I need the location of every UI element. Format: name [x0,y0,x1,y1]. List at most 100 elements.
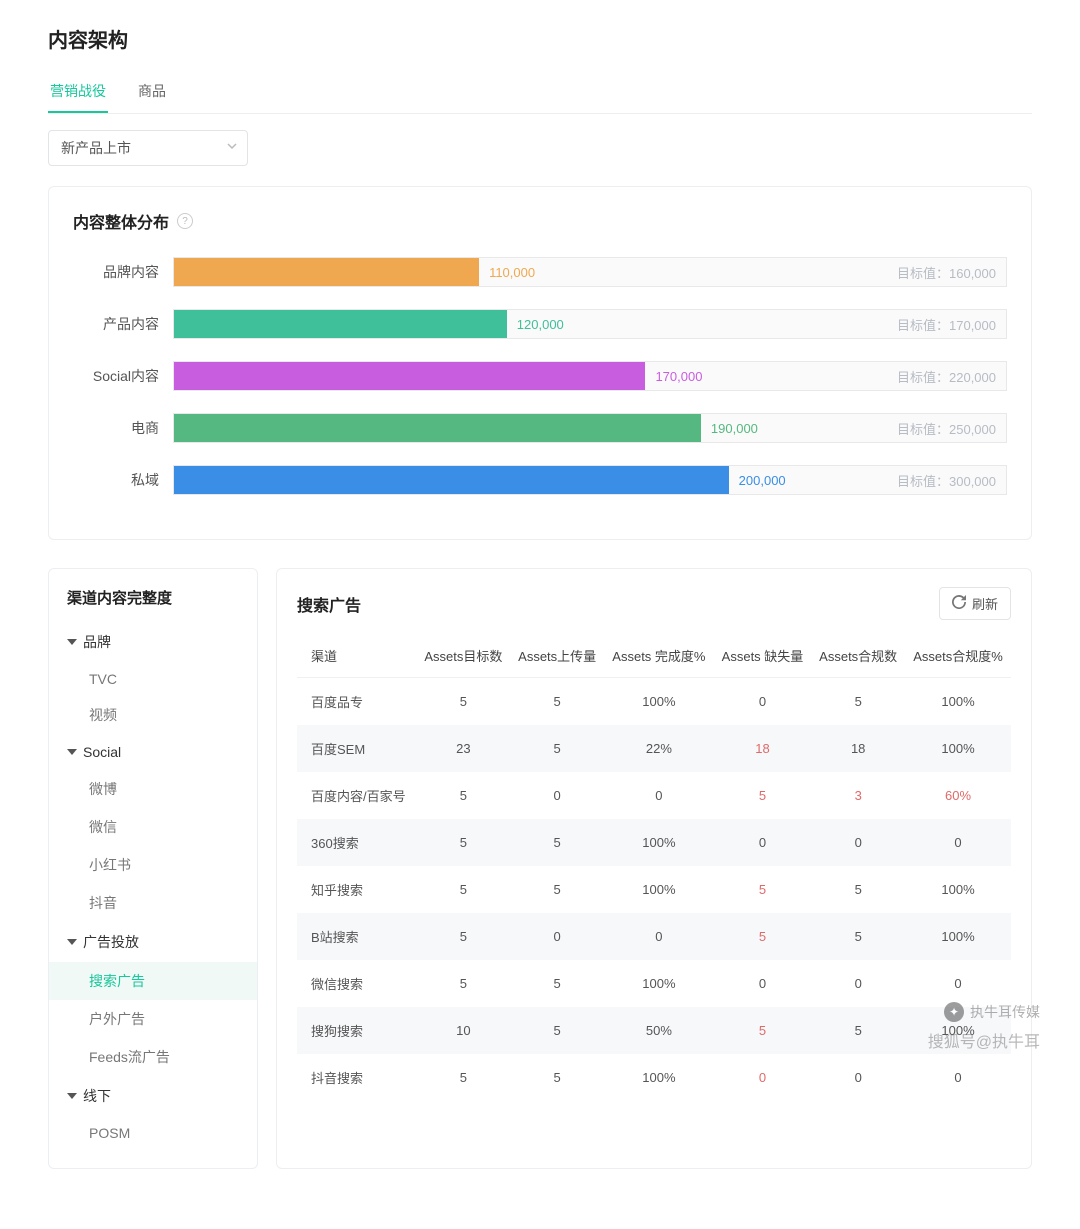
cell: 百度SEM [297,725,416,772]
table-row: 搜狗搜索10550%55100% [297,1007,1011,1054]
cell: 5 [811,678,905,726]
cell: 360搜索 [297,819,416,866]
cell: 5 [416,678,510,726]
cell: 搜狗搜索 [297,1007,416,1054]
tree-item-小红书[interactable]: 小红书 [49,846,257,884]
caret-down-icon [67,1093,77,1099]
campaign-select[interactable]: 新产品上市 [48,130,248,166]
tree-item-Feeds流广告[interactable]: Feeds流广告 [49,1038,257,1076]
tree-item-户外广告[interactable]: 户外广告 [49,1000,257,1038]
cell: 5 [811,913,905,960]
refresh-button[interactable]: 刷新 [939,587,1011,620]
bar-value: 120,000 [507,310,564,338]
top-tabs: 营销战役商品 [48,71,1032,114]
bar-label: 产品内容 [73,314,173,334]
cell: 5 [510,1054,604,1101]
cell: 5 [416,866,510,913]
cell: 60% [905,772,1011,819]
bar-track: 200,000 目标值：300,000 [173,465,1007,495]
cell: 100% [905,913,1011,960]
cell: 18 [714,725,812,772]
cell: 5 [510,819,604,866]
caret-down-icon [67,749,77,755]
caret-down-icon [67,939,77,945]
table-row: 百度品专55100%05100% [297,678,1011,726]
cell: 0 [714,960,812,1007]
bar-target: 目标值：220,000 [897,362,996,390]
tree-item-视频[interactable]: 视频 [49,696,257,734]
cell: 100% [604,960,714,1007]
col-header: Assets 完成度% [604,634,714,678]
bar-value: 170,000 [645,362,702,390]
cell: 5 [714,866,812,913]
bar-fill [174,258,479,286]
bar-fill [174,362,645,390]
cell: 5 [510,678,604,726]
bar-label: Social内容 [73,366,173,386]
bar-track: 190,000 目标值：250,000 [173,413,1007,443]
cell: 5 [510,960,604,1007]
cell: 5 [510,1007,604,1054]
bar-value: 190,000 [701,414,758,442]
bar-label: 私域 [73,470,173,490]
assets-table: 渠道Assets目标数Assets上传量Assets 完成度%Assets 缺失… [297,634,1011,1101]
tree-group-label: Social [83,744,121,760]
cell: 100% [604,866,714,913]
tree-item-TVC[interactable]: TVC [49,662,257,696]
table-row: 百度内容/百家号5005360% [297,772,1011,819]
bar-target: 目标值：300,000 [897,466,996,494]
bar-target: 目标值：250,000 [897,414,996,442]
content-distribution-card: 内容整体分布 ? 品牌内容110,000目标值：160,000产品内容120,0… [48,186,1032,540]
tab-1[interactable]: 商品 [136,71,168,113]
table-row: 微信搜索55100%000 [297,960,1011,1007]
cell: 23 [416,725,510,772]
cell: 18 [811,725,905,772]
bar-value: 200,000 [729,466,786,494]
col-header: Assets合规度% [905,634,1011,678]
cell: 10 [416,1007,510,1054]
table-row: 抖音搜索55100%000 [297,1054,1011,1101]
cell: B站搜索 [297,913,416,960]
tree-group-广告投放[interactable]: 广告投放 [49,922,257,962]
table-row: B站搜索50055100% [297,913,1011,960]
tree-group-线下[interactable]: 线下 [49,1076,257,1116]
cell: 5 [416,913,510,960]
page-title: 内容架构 [48,24,1032,53]
bar-label: 品牌内容 [73,262,173,282]
tree-item-POSM[interactable]: POSM [49,1116,257,1150]
cell: 0 [905,819,1011,866]
bar-track: 120,000目标值：170,000 [173,309,1007,339]
campaign-select-value: 新产品上市 [48,130,248,166]
cell: 微信搜索 [297,960,416,1007]
table-row: 360搜索55100%000 [297,819,1011,866]
cell: 50% [604,1007,714,1054]
tree-group-label: 线下 [83,1086,111,1106]
col-header: Assets目标数 [416,634,510,678]
bar-row-产品内容: 产品内容120,000目标值：170,000 [73,309,1007,339]
col-header: Assets上传量 [510,634,604,678]
tree-item-微信[interactable]: 微信 [49,808,257,846]
tab-0[interactable]: 营销战役 [48,71,108,113]
cell: 5 [510,725,604,772]
col-header: 渠道 [297,634,416,678]
cell: 0 [510,913,604,960]
bar-label: 电商 [73,418,173,438]
cell: 5 [416,772,510,819]
col-header: Assets合规数 [811,634,905,678]
tree-item-抖音[interactable]: 抖音 [49,884,257,922]
caret-down-icon [67,639,77,645]
bar-track: 170,000 目标值：220,000 [173,361,1007,391]
cell: 22% [604,725,714,772]
bar-chart: 品牌内容110,000目标值：160,000 产品内容120,000目标值：170… [73,257,1007,495]
tree-item-搜索广告[interactable]: 搜索广告 [49,962,257,1000]
tree-group-品牌[interactable]: 品牌 [49,622,257,662]
cell: 0 [811,960,905,1007]
bar-fill [174,310,507,338]
tree-group-label: 品牌 [83,632,111,652]
refresh-label: 刷新 [972,594,998,613]
tree-item-微博[interactable]: 微博 [49,770,257,808]
tree-group-Social[interactable]: Social [49,734,257,770]
cell: 知乎搜索 [297,866,416,913]
bar-row-品牌内容: 品牌内容110,000目标值：160,000 [73,257,1007,287]
help-icon[interactable]: ? [177,213,193,229]
